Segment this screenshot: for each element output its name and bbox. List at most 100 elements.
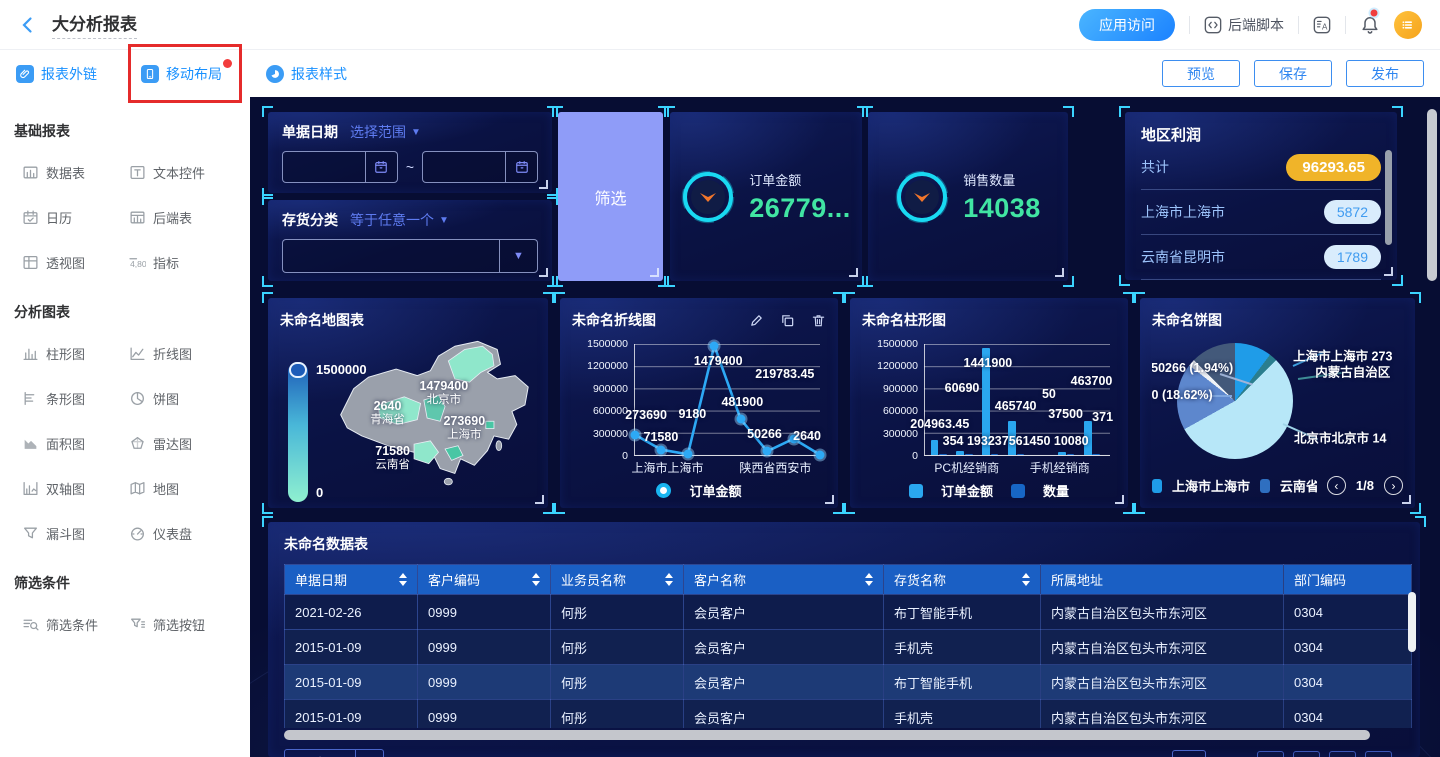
map-chart-card[interactable]: 未命名地图表 1500000 0 1479400北京市2640青海省273690…	[268, 298, 548, 508]
table-row[interactable]: 2015-01-090999何彤会员客户手机壳内蒙古自治区包头市东河区0304	[285, 630, 1412, 665]
sidebar-item-filter-button[interactable]: 筛选按钮	[129, 615, 236, 634]
col-header[interactable]: 存货名称	[884, 565, 1041, 595]
legend-label: 订单金额	[941, 481, 993, 500]
page-title: 大分析报表	[52, 10, 137, 39]
sidebar-item-data-table[interactable]: 数据表	[22, 163, 129, 182]
chart-title: 未命名地图表	[280, 310, 536, 330]
sidebar-item-line-chart[interactable]: 折线图	[129, 344, 236, 363]
sidebar-item-backend-table[interactable]: 后端表	[129, 208, 236, 227]
tab-report-style[interactable]: 报表样式	[266, 64, 347, 84]
sidebar-item-filter-condition[interactable]: 筛选条件	[22, 615, 129, 634]
copy-icon[interactable]	[780, 313, 795, 328]
sidebar-item-column-chart[interactable]: 柱形图	[22, 344, 129, 363]
publish-button[interactable]: 发布	[1346, 60, 1424, 87]
kpi-order-amount-card[interactable]: 订单金额 26779...	[670, 112, 862, 281]
sidebar-item-metric[interactable]: 4,80指标	[129, 253, 236, 272]
col-header[interactable]: 客户编码	[418, 565, 551, 595]
calendar-icon[interactable]	[505, 152, 537, 182]
metric-icon: 4,80	[129, 254, 146, 271]
date-start-input[interactable]	[283, 152, 365, 182]
app-access-button[interactable]: 应用访问	[1079, 9, 1175, 41]
sidebar-item-dual-axis-chart[interactable]: 双轴图	[22, 479, 129, 498]
col-header[interactable]: 单据日期	[285, 565, 418, 595]
col-header[interactable]: 部门编码	[1284, 565, 1412, 595]
backend-script-button[interactable]: 后端脚本	[1204, 15, 1284, 35]
section-title-basic-reports: 基础报表	[14, 121, 236, 141]
chart-legend[interactable]: 订单金额	[572, 481, 826, 500]
notification-dot	[1371, 9, 1378, 16]
x-axis-labels: 上海市上海市 陕西省西安市	[634, 459, 820, 475]
kpi-label: 销售数量	[963, 170, 1041, 189]
legend-next-icon[interactable]: ›	[1384, 476, 1403, 495]
divider	[1189, 16, 1190, 34]
date-filter-card[interactable]: 单据日期 选择范围▼ ~	[268, 112, 552, 193]
edit-icon[interactable]	[749, 313, 764, 328]
region-profit-card[interactable]: 地区利润 共计 96293.65 上海市上海市 5872 云南省昆明市 1789	[1125, 112, 1397, 280]
col-header[interactable]: 业务员名称	[551, 565, 684, 595]
preview-button[interactable]: 预览	[1162, 60, 1240, 87]
divider	[1298, 16, 1299, 34]
col-header[interactable]: 客户名称	[684, 565, 884, 595]
sidebar-item-gauge[interactable]: 仪表盘	[129, 524, 236, 543]
dashboard-canvas: 单据日期 选择范围▼ ~	[250, 97, 1440, 757]
table-row[interactable]: 2021-02-260999何彤会员客户布丁智能手机内蒙古自治区包头市东河区03…	[285, 595, 1412, 630]
category-select[interactable]: ▼	[282, 239, 538, 273]
kpi-value: 14038	[963, 193, 1041, 224]
chart-title: 未命名柱形图	[862, 310, 1116, 330]
back-icon[interactable]	[18, 14, 40, 36]
translate-icon[interactable]: A	[1313, 16, 1331, 34]
line-plot-area: 273690715809180147940048190050266219783.…	[634, 344, 820, 456]
sidebar-item-area-chart[interactable]: 面积图	[22, 434, 129, 453]
sidebar-item-pie-chart[interactable]: 饼图	[129, 389, 236, 408]
status-badge: 96293.65	[1286, 154, 1381, 181]
data-table: 单据日期 客户编码 业务员名称 客户名称 存货名称 所属地址 部门编码 2021…	[284, 564, 1412, 728]
category-mode-dropdown[interactable]: 等于任意一个▼	[350, 210, 449, 230]
page-number-input[interactable]	[1172, 750, 1206, 757]
sidebar-item-funnel-chart[interactable]: 漏斗图	[22, 524, 129, 543]
legend-prev-icon[interactable]: ‹	[1327, 476, 1346, 495]
filter-submit-button[interactable]: 筛选	[558, 112, 663, 281]
table-scroll-area: 单据日期 客户编码 业务员名称 客户名称 存货名称 所属地址 部门编码 2021…	[284, 564, 1412, 728]
calendar-icon[interactable]	[365, 152, 397, 182]
col-header[interactable]: 所属地址	[1041, 565, 1284, 595]
board-vertical-scrollbar[interactable]	[1427, 109, 1437, 281]
date-separator: ~	[406, 159, 414, 175]
date-end-input[interactable]	[423, 152, 505, 182]
chart-legend[interactable]: 订单金额 数量	[862, 481, 1116, 500]
pie-chart-card[interactable]: 未命名饼图 50266 (1.94%)0 (18.62%)上海市上海市 273内…	[1140, 298, 1415, 508]
table-row[interactable]: 2015-01-090999何彤会员客户布丁智能手机内蒙古自治区包头市东河区03…	[285, 665, 1412, 700]
sidebar-item-pivot[interactable]: 透视图	[22, 253, 129, 272]
line-data-labels: 273690715809180147940048190050266219783.…	[635, 344, 820, 455]
column-chart-icon	[22, 345, 39, 362]
pagination-bar: 20 条/页 ▼ 共200条 / 10 « ‹ › »	[284, 749, 1420, 757]
category-filter-card[interactable]: 存货分类 等于任意一个▼ ▼	[268, 200, 552, 281]
first-page-button[interactable]: «	[1257, 751, 1284, 757]
tab-badge-dot	[223, 59, 232, 68]
date-range-mode-dropdown[interactable]: 选择范围▼	[350, 122, 421, 142]
tab-mobile-layout[interactable]: 移动布局	[141, 64, 222, 84]
page-size-select[interactable]: 20 条/页 ▼	[284, 749, 384, 757]
last-page-button[interactable]: »	[1365, 751, 1392, 757]
next-page-button[interactable]: ›	[1329, 751, 1356, 757]
data-table-card[interactable]: 未命名数据表 单据日期 客户编码 业务员名称 客户名称 存货名称 所属地址 部门…	[268, 522, 1420, 757]
card-scrollbar[interactable]	[1385, 150, 1392, 245]
prev-page-button[interactable]: ‹	[1293, 751, 1320, 757]
table-horizontal-scrollbar[interactable]	[284, 730, 1404, 740]
notification-bell-icon[interactable]	[1360, 15, 1380, 35]
sidebar-item-calendar[interactable]: 日历	[22, 208, 129, 227]
tab-report-external-link[interactable]: 报表外链	[16, 64, 97, 84]
sidebar-item-bar-chart[interactable]: 条形图	[22, 389, 129, 408]
kpi-sales-qty-card[interactable]: 销售数量 14038	[868, 112, 1068, 281]
delete-icon[interactable]	[811, 313, 826, 328]
svg-text:A: A	[1322, 22, 1328, 31]
save-button[interactable]: 保存	[1254, 60, 1332, 87]
line-chart-card[interactable]: 未命名折线图 150000012000009000006000003000000…	[560, 298, 838, 508]
sidebar-item-text-widget[interactable]: 文本控件	[129, 163, 236, 182]
bar-chart-card[interactable]: 未命名柱形图 150000012000009000006000003000000…	[850, 298, 1128, 508]
sidebar-item-radar-chart[interactable]: 雷达图	[129, 434, 236, 453]
avatar[interactable]	[1394, 11, 1422, 39]
section-title-analysis-charts: 分析图表	[14, 302, 236, 322]
table-vertical-scrollbar[interactable]	[1408, 592, 1416, 652]
table-row[interactable]: 2015-01-090999何彤会员客户手机壳内蒙古自治区包头市东河区0304	[285, 700, 1412, 729]
sidebar-item-map[interactable]: 地图	[129, 479, 236, 498]
